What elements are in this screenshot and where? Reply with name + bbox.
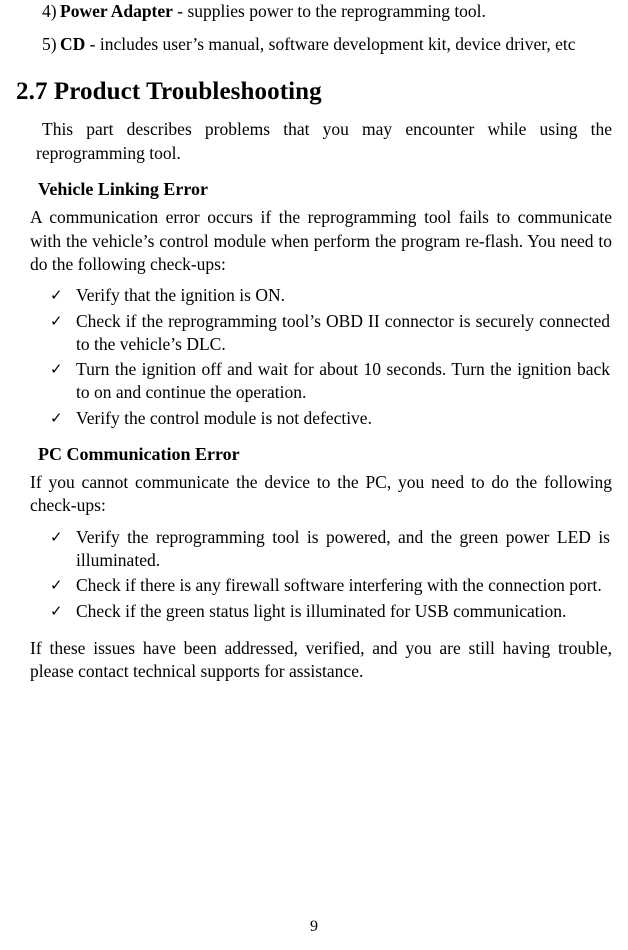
vehicle-linking-body: A communication error occurs if the repr… — [30, 207, 612, 274]
list-item: ✓ Verify the control module is not defec… — [50, 407, 610, 430]
list-item-bold-term: CD — [60, 34, 86, 55]
check-icon: ✓ — [50, 527, 63, 546]
list-item-text: CD - includes user’s manual, software de… — [60, 33, 612, 56]
list-item: ✓ Verify that the ignition is ON. — [50, 284, 610, 307]
check-icon: ✓ — [50, 311, 63, 330]
vehicle-linking-check-list: ✓ Verify that the ignition is ON. ✓ Chec… — [16, 284, 612, 430]
list-item: 5) CD - includes user’s manual, software… — [16, 33, 612, 56]
check-item-text: Verify that the ignition is ON. — [76, 285, 286, 306]
pc-communication-body: If you cannot communicate the device to … — [30, 471, 612, 516]
list-item: ✓ Turn the ignition off and wait for abo… — [50, 358, 610, 405]
check-item-text: Verify the reprogramming tool is powered… — [76, 526, 610, 571]
page-number: 9 — [310, 918, 318, 935]
list-item-marker: 5) — [42, 34, 57, 55]
list-item: ✓ Check if the green status light is ill… — [50, 600, 610, 623]
check-icon: ✓ — [50, 360, 63, 379]
list-item: 4) Power Adapter - supplies power to the… — [16, 0, 612, 23]
check-icon: ✓ — [50, 601, 63, 620]
check-icon: ✓ — [50, 408, 63, 427]
subsection-heading-vehicle-linking-error: Vehicle Linking Error — [38, 179, 209, 200]
list-item-marker: 4) — [42, 1, 57, 21]
check-item-text: Turn the ignition off and wait for about… — [76, 359, 610, 403]
check-item-text: Verify the control module is not defecti… — [76, 407, 372, 428]
check-icon: ✓ — [50, 286, 63, 305]
list-item-text: Power Adapter - supplies power to the re… — [60, 0, 612, 23]
list-item-rest: - supplies power to the reprogramming to… — [172, 1, 486, 21]
check-item-text: Check if there is any firewall software … — [76, 575, 602, 596]
check-item-text: Check if the reprogramming tool’s OBD II… — [76, 310, 610, 354]
list-item: ✓ Check if the reprogramming tool’s OBD … — [50, 310, 610, 357]
list-item: ✓ Verify the reprogramming tool is power… — [50, 526, 610, 573]
check-icon: ✓ — [50, 576, 63, 595]
subsection-heading-pc-communication-error: PC Communication Error — [38, 443, 240, 464]
check-item-text: Check if the green status light is illum… — [76, 600, 567, 621]
list-item: ✓ Check if there is any firewall softwar… — [50, 574, 610, 597]
list-item-rest: - includes user’s manual, software devel… — [85, 34, 576, 55]
pc-communication-check-list: ✓ Verify the reprogramming tool is power… — [16, 526, 612, 623]
section-intro-paragraph: This part describes problems that you ma… — [36, 119, 612, 163]
section-heading: 2.7 Product Troubleshooting — [16, 78, 322, 106]
document-page: 4) Power Adapter - supplies power to the… — [0, 0, 628, 950]
list-item-bold-term: Power Adapter — [60, 1, 173, 21]
closing-paragraph: If these issues have been addressed, ver… — [30, 637, 612, 682]
